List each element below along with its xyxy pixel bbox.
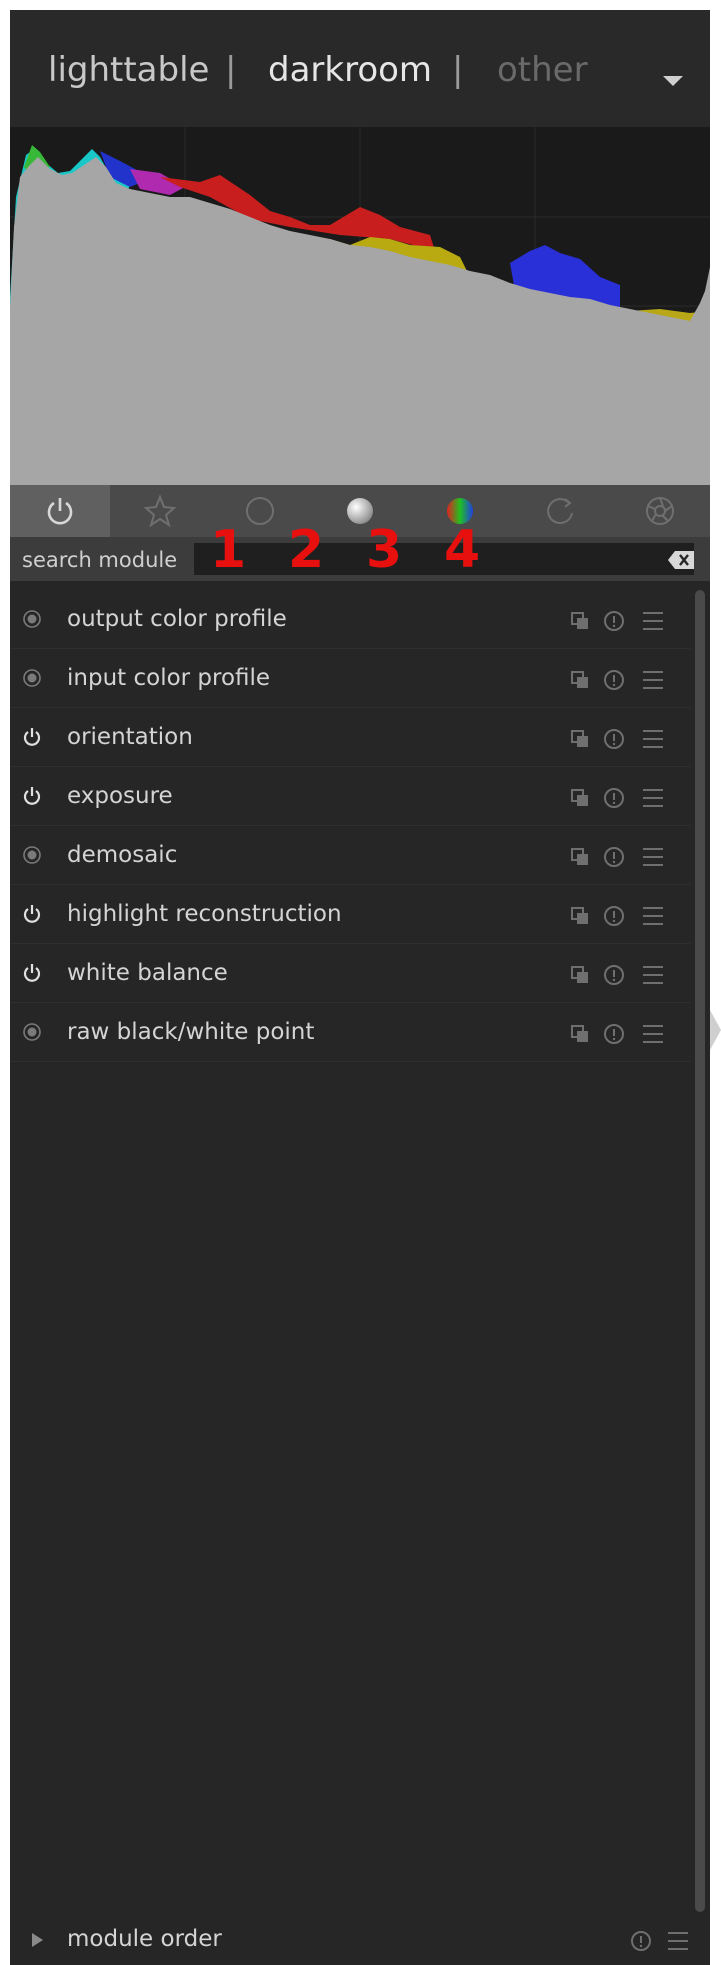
hamburger-icon[interactable] (643, 789, 663, 807)
expand-triangle-icon[interactable] (32, 1933, 43, 1947)
hamburger-icon[interactable] (643, 907, 663, 925)
info-icon[interactable] (604, 965, 624, 985)
copy-icon[interactable] (571, 848, 588, 865)
info-icon[interactable] (604, 847, 624, 867)
module-actions (571, 965, 663, 985)
tab-favorites[interactable] (110, 485, 210, 537)
info-icon[interactable] (604, 906, 624, 926)
tab-active-modules[interactable] (10, 485, 110, 537)
module-exposure[interactable]: exposure (10, 767, 690, 826)
module-list: output color profile input color profile… (10, 590, 690, 1062)
radio-dot-icon[interactable] (22, 668, 42, 688)
annotation-2: 2 (288, 520, 325, 580)
module-actions (571, 906, 663, 926)
hamburger-icon[interactable] (643, 671, 663, 689)
module-name: demosaic (67, 842, 178, 868)
view-switcher: lighttable | darkroom | other (10, 10, 710, 127)
copy-icon[interactable] (571, 907, 588, 924)
search-module-row: search module (10, 537, 710, 581)
module-name: orientation (67, 724, 193, 750)
module-name: white balance (67, 960, 228, 986)
copy-icon[interactable] (571, 966, 588, 983)
hamburger-icon[interactable] (643, 730, 663, 748)
module-input-color-profile[interactable]: input color profile (10, 649, 690, 708)
module-name: output color profile (67, 606, 287, 632)
histogram-graph (10, 127, 710, 485)
module-demosaic[interactable]: demosaic (10, 826, 690, 885)
module-order-actions (631, 1931, 688, 1951)
hamburger-icon[interactable] (643, 848, 663, 866)
radio-dot-icon[interactable] (22, 609, 42, 629)
histogram[interactable] (10, 127, 710, 485)
module-white-balance[interactable]: white balance (10, 944, 690, 1003)
info-icon[interactable] (604, 1024, 624, 1044)
module-orientation[interactable]: orientation (10, 708, 690, 767)
module-list-scrollbar[interactable] (695, 590, 705, 1912)
module-actions (571, 1024, 663, 1044)
rotate-icon (547, 498, 573, 525)
power-icon[interactable] (22, 963, 42, 983)
right-panel: lighttable | darkroom | other search mod… (10, 10, 710, 1965)
view-separator: | (452, 50, 464, 90)
module-actions (571, 788, 663, 808)
aperture-icon (646, 497, 674, 525)
module-group-tabs (10, 485, 710, 537)
hamburger-icon[interactable] (643, 966, 663, 984)
view-darkroom[interactable]: darkroom (268, 50, 432, 90)
circle-outline-icon (246, 497, 274, 525)
power-icon (47, 498, 73, 525)
copy-icon[interactable] (571, 671, 588, 688)
info-icon[interactable] (631, 1931, 651, 1951)
module-highlight-reconstruction[interactable]: highlight reconstruction (10, 885, 690, 944)
copy-icon[interactable] (571, 789, 588, 806)
module-name: highlight reconstruction (67, 901, 342, 927)
power-icon[interactable] (22, 727, 42, 747)
copy-icon[interactable] (571, 730, 588, 747)
hamburger-icon[interactable] (643, 1025, 663, 1043)
module-output-color-profile[interactable]: output color profile (10, 590, 690, 649)
info-icon[interactable] (604, 788, 624, 808)
chevron-down-icon[interactable] (663, 76, 683, 86)
module-order-label: module order (67, 1926, 222, 1952)
module-name: input color profile (67, 665, 271, 691)
module-order-row[interactable]: module order (10, 1916, 710, 1965)
power-icon[interactable] (22, 786, 42, 806)
info-icon[interactable] (604, 670, 624, 690)
view-separator: | (225, 50, 237, 90)
module-name: raw black/white point (67, 1019, 315, 1045)
collapse-panel-arrow-icon[interactable] (710, 1010, 721, 1050)
module-actions (571, 670, 663, 690)
module-actions (571, 729, 663, 749)
power-icon[interactable] (22, 904, 42, 924)
info-icon[interactable] (604, 611, 624, 631)
module-actions (571, 847, 663, 867)
info-icon[interactable] (604, 729, 624, 749)
radio-dot-icon[interactable] (22, 1022, 42, 1042)
hamburger-icon[interactable] (668, 1932, 688, 1950)
annotation-4: 4 (444, 520, 481, 580)
view-other[interactable]: other (497, 50, 588, 90)
annotation-3: 3 (366, 520, 403, 580)
module-actions (571, 611, 663, 631)
module-name: exposure (67, 783, 173, 809)
star-icon (143, 494, 177, 528)
copy-icon[interactable] (571, 1025, 588, 1042)
clear-search-icon[interactable] (668, 551, 694, 569)
tab-correct[interactable] (510, 485, 610, 537)
annotation-1: 1 (210, 520, 247, 580)
tab-effect[interactable] (610, 485, 710, 537)
copy-icon[interactable] (571, 612, 588, 629)
hamburger-icon[interactable] (643, 612, 663, 630)
radio-dot-icon[interactable] (22, 845, 42, 865)
search-label: search module (22, 548, 178, 572)
module-raw-black-white-point[interactable]: raw black/white point (10, 1003, 690, 1062)
view-lighttable[interactable]: lighttable (48, 50, 209, 90)
